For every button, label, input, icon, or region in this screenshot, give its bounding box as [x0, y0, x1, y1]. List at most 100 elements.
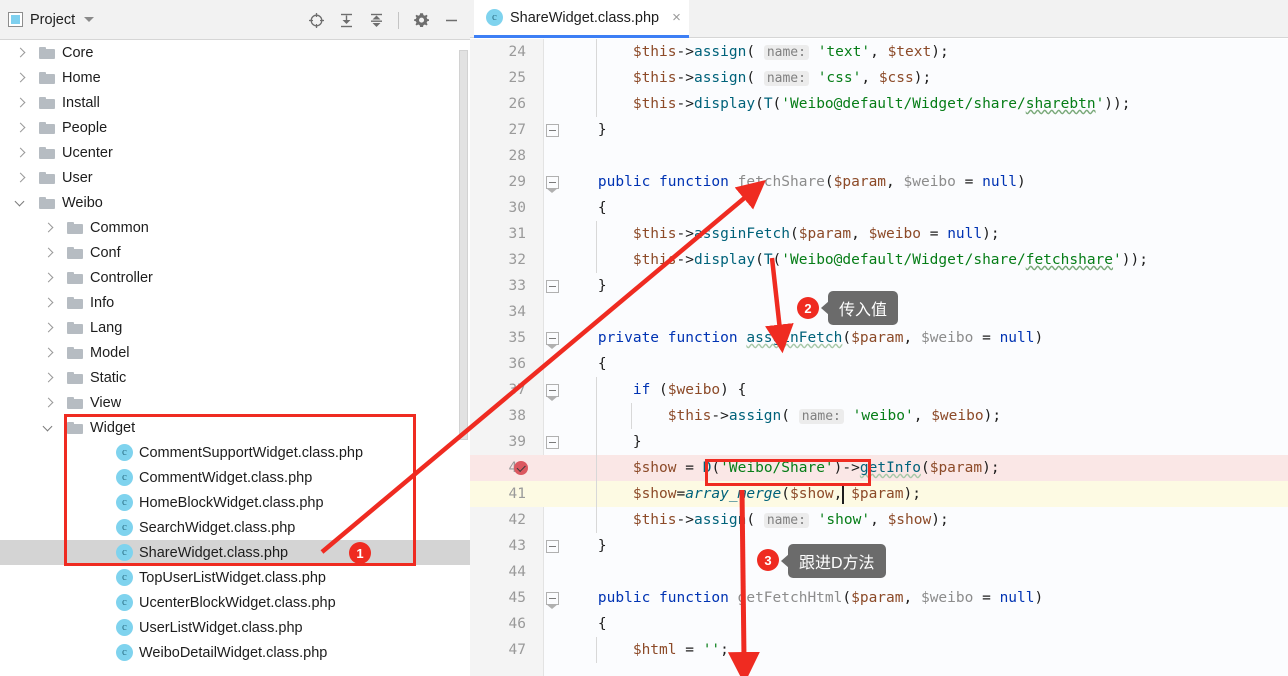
tab-sharewidget-class-php[interactable]: c ShareWidget.class.php × — [474, 0, 689, 38]
chevron-right-icon[interactable] — [14, 171, 28, 185]
code-line[interactable]: 39 } — [470, 429, 1288, 455]
code-line[interactable]: 34 — [470, 299, 1288, 325]
folder-icon — [39, 71, 56, 84]
php-class-icon: c — [116, 519, 133, 536]
project-tree[interactable]: Core Home Install People Ucenter User Weibo Com… — [0, 40, 470, 676]
chevron-right-icon[interactable] — [14, 71, 28, 85]
chevron-right-icon[interactable] — [42, 396, 56, 410]
code-line[interactable]: 38 $this->assign( name: 'weibo', $weibo)… — [470, 403, 1288, 429]
close-icon[interactable]: × — [672, 10, 681, 25]
code-line[interactable]: 36 { — [470, 351, 1288, 377]
tree-folder-conf[interactable]: Conf — [0, 240, 470, 265]
code-line[interactable]: 37 if ($weibo) { — [470, 377, 1288, 403]
code-line[interactable]: 35 private function assginFetch($param, … — [470, 325, 1288, 351]
fold-toggle-icon[interactable] — [546, 436, 559, 449]
tree-folder-info[interactable]: Info — [0, 290, 470, 315]
folder-icon — [67, 371, 84, 384]
code-text: public function getFetchHtml($param, $we… — [597, 590, 1044, 606]
code-line[interactable]: 26 $this->display(T('Weibo@default/Widge… — [470, 91, 1288, 117]
code-line[interactable]: 46 { — [470, 611, 1288, 637]
tree-file-searchwidget-class-php[interactable]: c SearchWidget.class.php — [0, 515, 470, 540]
tree-file-commentwidget-class-php[interactable]: c CommentWidget.class.php — [0, 465, 470, 490]
tree-file-ucenterblockwidget-class-php[interactable]: c UcenterBlockWidget.class.php — [0, 590, 470, 615]
line-number: 32 — [508, 252, 526, 268]
tree-folder-widget[interactable]: Widget — [0, 415, 470, 440]
tree-folder-lang[interactable]: Lang — [0, 315, 470, 340]
indent-guide — [595, 221, 597, 247]
code-surface[interactable]: 24 $this->assign( name: 'text', $text); 2… — [470, 39, 1288, 676]
locate-target-icon[interactable] — [303, 7, 329, 33]
chevron-right-icon[interactable] — [14, 46, 28, 60]
code-line[interactable]: 42 $this->assign( name: 'show', $show); — [470, 507, 1288, 533]
code-line[interactable]: 45 public function getFetchHtml($param, … — [470, 585, 1288, 611]
code-line[interactable]: 47 $html = ''; — [470, 637, 1288, 663]
tree-file-sharewidget-class-php[interactable]: c ShareWidget.class.php — [0, 540, 470, 565]
tree-folder-people[interactable]: People — [0, 115, 470, 140]
settings-gear-icon[interactable] — [408, 7, 434, 33]
chevron-right-icon[interactable] — [14, 96, 28, 110]
chevron-right-icon[interactable] — [42, 321, 56, 335]
sidebar-scrollbar[interactable] — [459, 50, 468, 440]
tree-file-commentsupportwidget-class-php[interactable]: c CommentSupportWidget.class.php — [0, 440, 470, 465]
tree-folder-user[interactable]: User — [0, 165, 470, 190]
tree-file-topuserlistwidget-class-php[interactable]: c TopUserListWidget.class.php — [0, 565, 470, 590]
collapse-all-icon[interactable] — [363, 7, 389, 33]
fold-toggle-icon[interactable] — [546, 176, 559, 193]
tree-folder-home[interactable]: Home — [0, 65, 470, 90]
code-line[interactable]: 29 public function fetchShare($param, $w… — [470, 169, 1288, 195]
chevron-right-icon[interactable] — [42, 346, 56, 360]
code-text: private function assginFetch($param, $we… — [597, 330, 1044, 346]
project-title-chip[interactable]: Project — [8, 12, 95, 28]
tree-folder-install[interactable]: Install — [0, 90, 470, 115]
code-line[interactable]: 44 — [470, 559, 1288, 585]
fold-toggle-icon[interactable] — [546, 592, 559, 609]
code-line[interactable]: 43 } — [470, 533, 1288, 559]
tree-folder-weibo[interactable]: Weibo — [0, 190, 470, 215]
tree-folder-ucenter[interactable]: Ucenter — [0, 140, 470, 165]
chevron-right-icon[interactable] — [42, 296, 56, 310]
tree-item-label: Info — [90, 294, 115, 311]
tree-file-homeblockwidget-class-php[interactable]: c HomeBlockWidget.class.php — [0, 490, 470, 515]
folder-icon — [67, 346, 84, 359]
code-line[interactable]: 40 $show = D('Weibo/Share')->getInfo($pa… — [470, 455, 1288, 481]
tree-folder-model[interactable]: Model — [0, 340, 470, 365]
fold-toggle-icon[interactable] — [546, 540, 559, 553]
code-line[interactable]: 24 $this->assign( name: 'text', $text); — [470, 39, 1288, 65]
tree-folder-view[interactable]: View — [0, 390, 470, 415]
chevron-right-icon[interactable] — [42, 246, 56, 260]
code-line[interactable]: 31 $this->assginFetch($param, $weibo = n… — [470, 221, 1288, 247]
fold-toggle-icon[interactable] — [546, 280, 559, 293]
code-line[interactable]: 33 } — [470, 273, 1288, 299]
code-line[interactable]: 41 $show=array_merge($show, $param); — [470, 481, 1288, 507]
chevron-right-icon[interactable] — [42, 371, 56, 385]
tree-folder-common[interactable]: Common — [0, 215, 470, 240]
fold-toggle-icon[interactable] — [546, 332, 559, 349]
chevron-right-icon[interactable] — [42, 271, 56, 285]
chevron-right-icon[interactable] — [14, 121, 28, 135]
line-number: 36 — [508, 356, 526, 372]
chevron-right-icon[interactable] — [14, 146, 28, 160]
chevron-down-icon[interactable] — [42, 421, 56, 435]
code-line[interactable]: 27 } — [470, 117, 1288, 143]
hide-panel-icon[interactable] — [438, 7, 464, 33]
php-class-icon: c — [486, 9, 503, 26]
code-text: $this->display(T('Weibo@default/Widget/s… — [632, 252, 1148, 268]
code-text: } — [597, 122, 607, 138]
tree-file-userlistwidget-class-php[interactable]: c UserListWidget.class.php — [0, 615, 470, 640]
tree-file-weibodetailwidget-class-php[interactable]: c WeiboDetailWidget.class.php — [0, 640, 470, 665]
line-number: 41 — [508, 486, 526, 502]
tree-folder-core[interactable]: Core — [0, 40, 470, 65]
code-line[interactable]: 28 — [470, 143, 1288, 169]
tree-folder-static[interactable]: Static — [0, 365, 470, 390]
code-line[interactable]: 30 { — [470, 195, 1288, 221]
chevron-right-icon[interactable] — [42, 221, 56, 235]
breakpoint-verified-icon[interactable] — [514, 461, 528, 475]
fold-toggle-icon[interactable] — [546, 384, 559, 401]
expand-all-icon[interactable] — [333, 7, 359, 33]
chevron-down-icon[interactable] — [14, 196, 28, 210]
tree-folder-controller[interactable]: Controller — [0, 265, 470, 290]
fold-toggle-icon[interactable] — [546, 124, 559, 137]
code-line[interactable]: 25 $this->assign( name: 'css', $css); — [470, 65, 1288, 91]
code-line[interactable]: 32 $this->display(T('Weibo@default/Widge… — [470, 247, 1288, 273]
chevron-down-icon[interactable] — [84, 17, 95, 22]
